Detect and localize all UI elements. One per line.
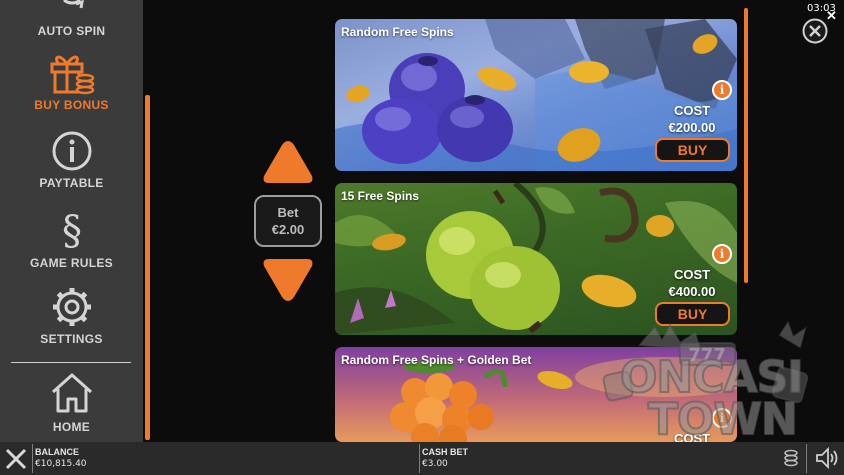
sound-icon[interactable] [814,446,840,470]
bottom-divider [32,444,33,473]
cost-value: €400.00 [668,284,716,299]
card-title: 15 Free Spins [341,189,420,203]
cost-value: €200.00 [668,120,716,135]
menu-label-home: HOME [52,420,91,434]
bet-increase-button[interactable] [261,138,315,186]
balance-label: BALANCE [35,447,79,457]
section-sign-icon: § [62,208,82,252]
menu-item-auto-spin[interactable]: AUTO SPIN [0,0,143,38]
bottom-divider [806,444,807,473]
coin-stack-icon[interactable] [783,447,799,469]
menu-item-game-rules[interactable]: § GAME RULES [0,206,143,270]
info-circle-icon [52,131,91,171]
bottom-divider [419,444,420,473]
menu-item-settings[interactable]: SETTINGS [0,286,143,346]
info-icon[interactable]: i [712,80,732,100]
watermark-line-2: TOWN [647,393,799,446]
game-screen: AUTO SPIN BUY BONUS PAYTABLE § GAME RULE… [0,0,844,475]
cash-bet-value: €3.00 [422,459,448,469]
home-icon [51,373,92,413]
cash-bet-label: CASH BET [422,447,469,457]
cards-scrollbar[interactable] [744,8,748,283]
close-icon[interactable] [3,446,29,472]
info-icon[interactable]: i [712,244,732,264]
cost-label: COST [673,267,711,282]
card-title: Random Free Spins [341,25,454,39]
balance-value: €10,815.40 [35,459,87,469]
buy-button[interactable]: BUY [655,138,730,162]
bonus-card-random-free-spins[interactable]: Random Free Spins i COST €200.00 BUY [335,19,737,171]
bet-label: Bet [277,205,299,220]
auto-spin-icon [62,0,84,9]
menu-label-settings: SETTINGS [40,332,103,346]
bonus-card-15-free-spins[interactable]: 15 Free Spins i COST €400.00 BUY [335,183,737,335]
bet-decrease-button[interactable] [261,256,315,304]
menu-label-auto-spin: AUTO SPIN [37,24,106,38]
side-menu-scrollbar[interactable] [145,95,150,440]
gear-icon [52,288,91,326]
card-title: Random Free Spins + Golden Bet [341,353,532,367]
menu-item-buy-bonus[interactable]: BUY BONUS [0,48,143,112]
menu-label-buy-bonus: BUY BONUS [34,98,109,112]
menu-divider [11,362,131,363]
menu-item-paytable[interactable]: PAYTABLE [0,130,143,190]
bet-display: Bet €2.00 [254,195,322,247]
svg-text:§: § [62,208,82,252]
bet-value: €2.00 [271,222,305,237]
menu-label-paytable: PAYTABLE [39,176,104,190]
menu-item-home[interactable]: HOME [0,370,143,434]
gift-coins-icon [50,55,94,95]
close-menu-button[interactable] [802,18,828,44]
menu-label-game-rules: GAME RULES [29,256,113,270]
cost-label: COST [673,103,711,118]
